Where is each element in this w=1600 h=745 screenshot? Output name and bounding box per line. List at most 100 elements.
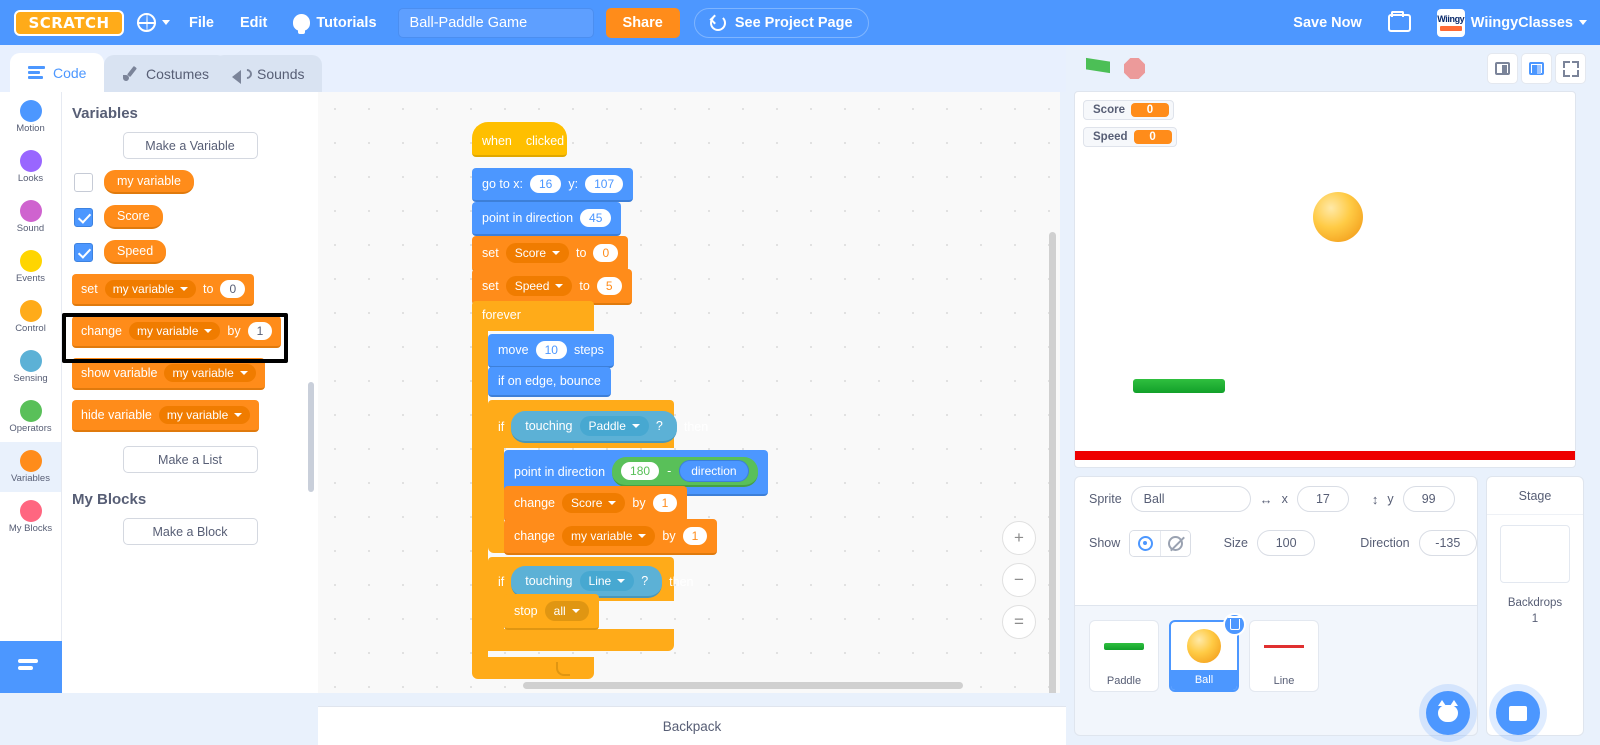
block-go-to-xy[interactable]: go to x: 16 y: 107: [472, 168, 634, 202]
stage[interactable]: Score 0 Speed 0: [1074, 91, 1576, 468]
block-set-score[interactable]: set Score to 0: [472, 236, 629, 272]
zoom-reset-button[interactable]: =: [1002, 605, 1036, 639]
block-subtract-operator[interactable]: 180 - direction: [612, 457, 758, 487]
tab-costumes[interactable]: Costumes: [104, 55, 228, 92]
make-a-block-button[interactable]: Make a Block: [122, 518, 258, 545]
tab-sounds[interactable]: Sounds: [214, 55, 323, 92]
category-control[interactable]: Control: [0, 292, 61, 342]
zoom-out-button[interactable]: −: [1002, 563, 1036, 597]
touching-paddle-dropdown[interactable]: Paddle: [579, 416, 649, 436]
variable-score[interactable]: Score: [104, 205, 163, 229]
category-events[interactable]: Events: [0, 242, 61, 292]
show-visible-button[interactable]: [1130, 530, 1160, 556]
set-speed-value[interactable]: 5: [596, 277, 622, 295]
stop-dropdown[interactable]: all: [544, 601, 589, 621]
category-operators[interactable]: Operators: [0, 392, 61, 442]
category-looks[interactable]: Looks: [0, 142, 61, 192]
zoom-in-button[interactable]: +: [1002, 521, 1036, 555]
variable-my-variable[interactable]: my variable: [104, 170, 194, 194]
code-canvas[interactable]: when clicked go to x: 16 y: 107 point in…: [318, 92, 1060, 693]
category-sound[interactable]: Sound: [0, 192, 61, 242]
block-if-on-edge-bounce[interactable]: if on edge, bounce: [488, 367, 611, 397]
set-variable-dropdown[interactable]: my variable: [104, 280, 197, 298]
stage-selector-panel[interactable]: Stage Backdrops 1: [1486, 476, 1584, 736]
hide-variable-dropdown[interactable]: my variable: [158, 406, 251, 424]
add-backdrop-button[interactable]: [1496, 691, 1540, 735]
save-now-button[interactable]: Save Now: [1280, 0, 1375, 45]
green-flag-button[interactable]: [1086, 57, 1110, 74]
sprite-item-line[interactable]: Line: [1249, 620, 1319, 692]
sprite-y-input[interactable]: 99: [1402, 486, 1455, 512]
sprite-ball-on-stage[interactable]: [1313, 192, 1363, 242]
show-hidden-button[interactable]: [1159, 530, 1190, 556]
set-score-dropdown[interactable]: Score: [505, 243, 570, 263]
operand-left-input[interactable]: 180: [621, 462, 660, 480]
sprite-x-input[interactable]: 17: [1296, 486, 1349, 512]
change-myvar-value[interactable]: 1: [682, 527, 708, 545]
block-set-speed[interactable]: set Speed to 5: [472, 269, 632, 305]
block-move-steps[interactable]: move 10 steps: [488, 334, 614, 368]
reporter-direction[interactable]: direction: [679, 460, 749, 482]
sprite-name-input[interactable]: Ball: [1130, 486, 1251, 512]
block-point-in-direction-45[interactable]: point in direction 45: [472, 202, 622, 236]
block-touching-paddle[interactable]: touching Paddle ?: [511, 411, 677, 443]
category-motion[interactable]: Motion: [0, 92, 61, 142]
category-variables[interactable]: Variables: [0, 442, 61, 492]
share-button[interactable]: Share: [605, 7, 680, 38]
touching-line-dropdown[interactable]: Line: [579, 571, 635, 591]
make-a-variable-button[interactable]: Make a Variable: [122, 132, 258, 159]
add-sprite-button[interactable]: [1426, 691, 1470, 735]
account-menu[interactable]: Wiingy WiingyClasses: [1424, 0, 1600, 45]
palette-block-set-variable[interactable]: set my variable to 0: [72, 274, 255, 306]
see-project-page-button[interactable]: See Project Page: [693, 7, 869, 38]
sprite-line-on-stage[interactable]: [1075, 451, 1575, 460]
file-menu[interactable]: File: [176, 0, 227, 45]
point-value-input[interactable]: 45: [580, 209, 612, 227]
small-stage-button[interactable]: [1487, 53, 1518, 84]
tutorials-button[interactable]: Tutorials: [280, 0, 389, 45]
sprite-direction-input[interactable]: -135: [1418, 530, 1477, 556]
make-a-list-button[interactable]: Make a List: [122, 446, 258, 473]
sprite-size-input[interactable]: 100: [1256, 530, 1316, 556]
language-menu[interactable]: [124, 0, 176, 45]
add-extension-button[interactable]: [0, 641, 62, 693]
scratch-logo[interactable]: SCRATCH: [14, 9, 124, 36]
fullscreen-button[interactable]: [1555, 53, 1586, 84]
goto-y-input[interactable]: 107: [585, 175, 624, 193]
category-my-blocks[interactable]: My Blocks: [0, 492, 61, 542]
project-title-input[interactable]: Ball-Paddle Game: [397, 7, 594, 38]
checkbox-my-variable[interactable]: [74, 172, 93, 192]
stop-button[interactable]: [1124, 58, 1145, 79]
block-when-flag-clicked[interactable]: when clicked: [472, 122, 567, 157]
checkbox-score[interactable]: [74, 207, 93, 227]
monitor-score[interactable]: Score 0: [1083, 100, 1174, 120]
sprite-paddle-on-stage[interactable]: [1133, 379, 1225, 393]
backpack-bar[interactable]: Backpack: [318, 706, 1066, 745]
edit-menu[interactable]: Edit: [227, 0, 280, 45]
block-palette[interactable]: Variables Make a Variable my variable Sc…: [62, 92, 318, 693]
change-myvar-dropdown[interactable]: my variable: [562, 526, 656, 546]
set-value-input[interactable]: 0: [220, 280, 246, 298]
sprite-item-paddle[interactable]: Paddle: [1089, 620, 1159, 692]
checkbox-speed[interactable]: [74, 242, 93, 262]
set-speed-dropdown[interactable]: Speed: [505, 276, 573, 296]
monitor-speed[interactable]: Speed 0: [1083, 127, 1177, 147]
sprite-item-ball[interactable]: Ball: [1169, 613, 1246, 692]
palette-block-change-variable[interactable]: change my variable by 1: [72, 316, 282, 348]
change-score-dropdown[interactable]: Score: [562, 493, 626, 513]
change-variable-dropdown[interactable]: my variable: [129, 322, 221, 340]
block-change-score[interactable]: change Score by 1: [504, 486, 688, 522]
code-vertical-scrollbar[interactable]: [1049, 232, 1056, 693]
category-sensing[interactable]: Sensing: [0, 342, 61, 392]
block-change-my-variable[interactable]: change my variable by 1: [504, 519, 718, 555]
variable-speed[interactable]: Speed: [104, 240, 167, 264]
block-stop-all[interactable]: stop all: [504, 594, 599, 630]
change-score-value[interactable]: 1: [652, 494, 678, 512]
palette-scrollbar[interactable]: [308, 382, 314, 492]
my-stuff-button[interactable]: [1375, 0, 1424, 45]
palette-block-show-variable[interactable]: show variable my variable: [72, 358, 265, 390]
large-stage-button[interactable]: [1521, 53, 1552, 84]
show-variable-dropdown[interactable]: my variable: [164, 364, 256, 382]
tab-code[interactable]: Code: [10, 53, 105, 92]
delete-sprite-button[interactable]: [1223, 613, 1246, 636]
